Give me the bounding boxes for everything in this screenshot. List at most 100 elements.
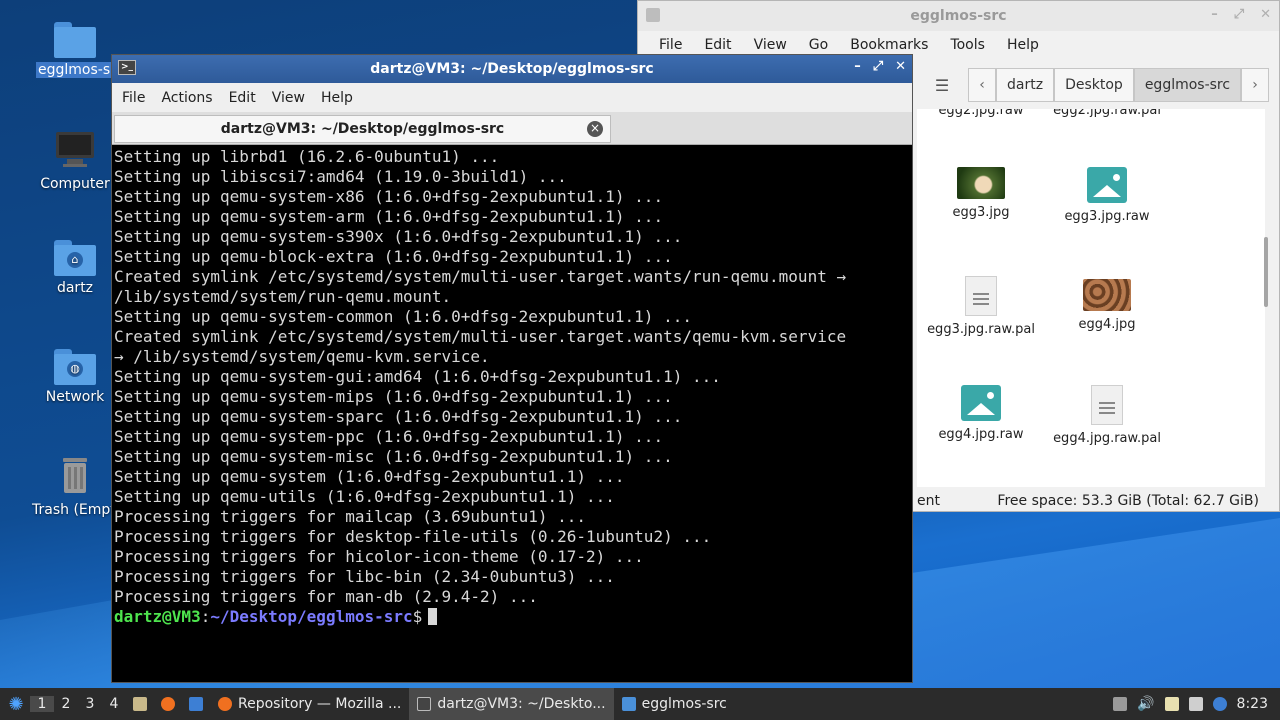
- terminal-output[interactable]: Setting up librbd1 (16.2.6-0ubuntu1) ...…: [114, 147, 910, 680]
- start-menu-icon[interactable]: ✺: [2, 690, 30, 718]
- file-item[interactable]: egg4.jpg.raw.pal: [1045, 385, 1169, 446]
- file-name: egg4.jpg.raw: [938, 427, 1024, 442]
- menu-edit[interactable]: Edit: [221, 90, 264, 106]
- terminal-line: Setting up qemu-system-x86 (1:6.0+dfsg-2…: [114, 187, 664, 206]
- file-name: egg3.jpg: [952, 205, 1010, 220]
- close-icon[interactable]: ✕: [895, 59, 906, 74]
- task-file-manager[interactable]: egglmos-src: [614, 688, 735, 720]
- menu-tools[interactable]: Tools: [939, 37, 996, 53]
- free-space: Free space: 53.3 GiB (Total: 62.7 GiB): [997, 493, 1259, 509]
- workspace-3[interactable]: 3: [78, 696, 102, 712]
- breadcrumb-egglmos-src[interactable]: egglmos-src: [1133, 68, 1242, 102]
- status-bar: ent Free space: 53.3 GiB (Total: 62.7 Gi…: [917, 489, 1280, 513]
- breadcrumb-dartz[interactable]: dartz: [996, 68, 1055, 102]
- window-title: dartz@VM3: ~/Desktop/egglmos-src: [370, 61, 654, 77]
- terminal-icon: [417, 697, 432, 711]
- menu-help[interactable]: Help: [313, 90, 361, 106]
- desktop-icon-label: dartz: [56, 280, 94, 296]
- menu-bookmarks[interactable]: Bookmarks: [839, 37, 939, 53]
- menu-go[interactable]: Go: [798, 37, 839, 53]
- computer-icon: [53, 128, 97, 172]
- workspace-4[interactable]: 4: [102, 696, 126, 712]
- tab-close-icon[interactable]: ×: [587, 121, 603, 137]
- text-cursor: [428, 608, 438, 625]
- terminal-line: Setting up libiscsi7:amd64 (1.19.0-3buil…: [114, 167, 567, 186]
- task-label: Repository — Mozilla ...: [238, 696, 402, 712]
- scrollbar[interactable]: [1263, 109, 1269, 487]
- prompt-line: dartz@VM3:~/Desktop/egglmos-src$: [114, 607, 910, 627]
- prompt-user: dartz@VM3: [114, 607, 201, 626]
- firefox-icon: [218, 697, 232, 711]
- menu-view[interactable]: View: [743, 37, 798, 53]
- status-left: ent: [917, 493, 940, 509]
- volume-icon[interactable]: 🔊: [1137, 696, 1154, 712]
- terminal-line: Setting up librbd1 (16.2.6-0ubuntu1) ...: [114, 147, 500, 166]
- clock[interactable]: 8:23: [1237, 696, 1268, 712]
- file-name: egg4.jpg: [1078, 317, 1136, 332]
- file-item[interactable]: egg4.jpg.raw: [919, 385, 1043, 442]
- terminal-line: Setting up qemu-system (1:6.0+dfsg-2expu…: [114, 467, 625, 486]
- file-manager-launcher-icon[interactable]: [126, 693, 154, 715]
- menu-file[interactable]: File: [648, 37, 693, 53]
- file-item[interactable]: egg2.jpg.raw.pal: [1045, 109, 1169, 118]
- breadcrumb-desktop[interactable]: Desktop: [1054, 68, 1134, 102]
- terminal-line: /lib/systemd/system/run-qemu.mount.: [114, 287, 452, 306]
- maximize-icon[interactable]: ⤢: [1234, 7, 1244, 22]
- file-name: egg2.jpg.raw.pal: [1053, 109, 1161, 118]
- minimize-icon[interactable]: –: [854, 59, 861, 74]
- folder-icon: [621, 697, 636, 711]
- firefox-launcher-icon[interactable]: [154, 693, 182, 715]
- file-item[interactable]: egg3.jpg.raw: [1045, 167, 1169, 224]
- file-item[interactable]: egg4.jpg: [1045, 279, 1169, 332]
- desktop-icon-label: egglmos-src: [36, 62, 114, 78]
- file-name: egg3.jpg.raw.pal: [927, 322, 1035, 337]
- forward-button[interactable]: ›: [1241, 68, 1270, 102]
- terminal-line: Setting up qemu-system-arm (1:6.0+dfsg-2…: [114, 207, 664, 226]
- workspace-2[interactable]: 2: [54, 696, 78, 712]
- terminal-line: Setting up qemu-utils (1:6.0+dfsg-2expub…: [114, 487, 615, 506]
- file-grid: egg2.jpg.raw egg2.jpg.raw.pal egg3.jpg e…: [917, 109, 1265, 487]
- maximize-icon[interactable]: ⤢: [873, 59, 883, 74]
- terminal-line: Setting up qemu-system-misc (1:6.0+dfsg-…: [114, 447, 673, 466]
- task-label: dartz@VM3: ~/Deskto...: [437, 696, 606, 712]
- workspace-1[interactable]: 1: [30, 696, 54, 712]
- window-title: egglmos-src: [910, 8, 1007, 24]
- terminal-titlebar[interactable]: >_ dartz@VM3: ~/Desktop/egglmos-src – ⤢ ✕: [112, 55, 912, 83]
- terminal-menubar: File Actions Edit View Help: [112, 83, 912, 112]
- task-firefox[interactable]: Repository — Mozilla ...: [210, 688, 409, 720]
- desktop-icon-label: Trash (Empty): [32, 502, 120, 518]
- menu-help[interactable]: Help: [996, 37, 1050, 53]
- terminal-line: Setting up qemu-system-ppc (1:6.0+dfsg-2…: [114, 427, 664, 446]
- file-item[interactable]: egg3.jpg: [919, 167, 1043, 220]
- file-name: egg4.jpg.raw.pal: [1053, 431, 1161, 446]
- file-item[interactable]: egg3.jpg.raw.pal: [919, 276, 1043, 337]
- close-icon[interactable]: ✕: [1260, 7, 1271, 22]
- notes-icon[interactable]: [1164, 697, 1179, 711]
- display-icon[interactable]: [1188, 697, 1203, 711]
- menu-file[interactable]: File: [114, 90, 153, 106]
- terminal-tab-row: dartz@VM3: ~/Desktop/egglmos-src ×: [112, 112, 912, 145]
- terminal-line: Setting up qemu-system-common (1:6.0+dfs…: [114, 307, 692, 326]
- home-folder-icon: ⌂: [54, 240, 96, 276]
- update-notifier-icon[interactable]: [1212, 697, 1227, 711]
- prompt-separator: :: [200, 607, 211, 626]
- clipboard-icon[interactable]: [1113, 697, 1128, 711]
- menu-edit[interactable]: Edit: [693, 37, 742, 53]
- file-manager-titlebar[interactable]: egglmos-src – ⤢ ✕: [638, 1, 1279, 31]
- menu-actions[interactable]: Actions: [153, 90, 220, 106]
- terminal-line: Processing triggers for hicolor-icon-the…: [114, 547, 644, 566]
- task-terminal[interactable]: dartz@VM3: ~/Deskto...: [409, 688, 614, 720]
- menu-view[interactable]: View: [264, 90, 313, 106]
- document-icon: [965, 276, 997, 316]
- back-button[interactable]: ‹: [968, 68, 996, 102]
- file-name: egg2.jpg.raw: [938, 109, 1024, 118]
- desktop-launcher-icon[interactable]: [182, 693, 210, 715]
- scrollbar-thumb[interactable]: [1264, 237, 1268, 307]
- list-view-icon[interactable]: ☰: [922, 76, 962, 95]
- terminal-line: Processing triggers for desktop-file-uti…: [114, 527, 712, 546]
- file-item[interactable]: egg2.jpg.raw: [919, 109, 1043, 118]
- terminal-line: Setting up qemu-system-gui:amd64 (1:6.0+…: [114, 367, 721, 386]
- terminal-tab[interactable]: dartz@VM3: ~/Desktop/egglmos-src ×: [114, 115, 611, 143]
- minimize-icon[interactable]: –: [1211, 7, 1218, 22]
- folder-icon: [54, 22, 96, 58]
